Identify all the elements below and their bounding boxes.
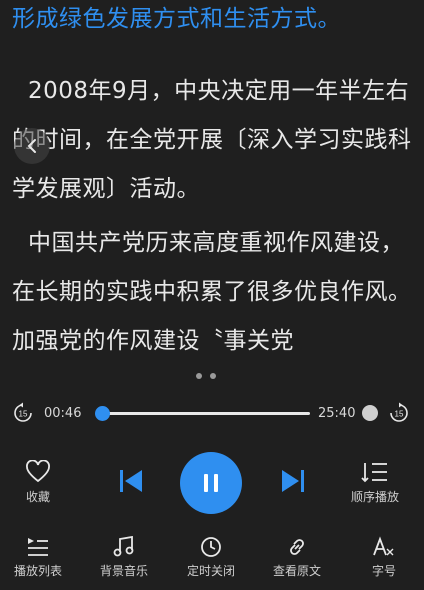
elapsed-time: 00:46 — [44, 406, 82, 421]
pause-button[interactable] — [180, 452, 242, 514]
svg-text:15: 15 — [395, 410, 404, 419]
progress-thumb[interactable] — [95, 406, 111, 421]
playlist-button[interactable]: 播放列表 — [0, 536, 80, 579]
view-original-button[interactable]: 查看原文 — [255, 536, 339, 579]
bottom-nav-label: 字号 — [371, 564, 396, 578]
previous-track-icon[interactable] — [118, 468, 144, 494]
skip-back-15-icon[interactable]: 15 — [12, 402, 34, 424]
progress-bar-row: 15 00:46 25:40 15 — [0, 400, 424, 428]
bottom-nav-label: 查看原文 — [272, 564, 321, 578]
play-order-label: 顺序播放 — [350, 490, 399, 504]
skip-forward-15-icon[interactable]: 15 — [388, 402, 410, 424]
bottom-nav-label: 播放列表 — [13, 564, 62, 578]
favorite-label: 收藏 — [25, 490, 50, 504]
page-dot — [210, 373, 216, 379]
playlist-icon — [28, 538, 48, 556]
info-dot-icon[interactable] — [362, 405, 378, 421]
playback-controls: 收藏 顺序播放 — [0, 446, 424, 518]
article-paragraph: 2008年9月，中央决定用一年半左右的时间，在全党开展〔深入学习实践科学发展观〕… — [12, 78, 412, 202]
progress-track[interactable] — [95, 406, 310, 421]
page-indicator — [196, 373, 216, 379]
next-track-icon[interactable] — [280, 468, 306, 494]
play-order-button[interactable]: 顺序播放 — [344, 460, 406, 505]
background-music-button[interactable]: 背景音乐 — [82, 536, 166, 579]
pause-icon — [204, 474, 218, 492]
svg-text:15: 15 — [19, 410, 28, 419]
sequential-order-icon — [361, 463, 387, 483]
article-text-area: 形成绿色发展方式和生活方式。 2008年9月，中央决定用一年半左右的时间，在全党… — [0, 0, 424, 360]
font-size-icon — [373, 536, 394, 556]
duration-time: 25:40 — [318, 406, 356, 421]
heart-icon — [26, 460, 50, 483]
favorite-button[interactable]: 收藏 — [20, 460, 56, 505]
article-paragraph: 中国共产党历来高度重视作风建设，在长期的实践中积累了很多优良作风。加强党的作风建… — [12, 230, 412, 354]
font-size-button[interactable]: 字号 — [342, 536, 424, 579]
link-icon — [290, 539, 304, 555]
bottom-nav-label: 定时关闭 — [186, 564, 235, 578]
sleep-timer-button[interactable]: 定时关闭 — [169, 536, 253, 579]
page-dot — [196, 373, 202, 379]
bottom-nav-label: 背景音乐 — [99, 564, 148, 578]
article-line-highlight: 形成绿色发展方式和生活方式。 — [12, 6, 341, 32]
music-note-icon — [113, 536, 134, 557]
chevron-left-icon — [27, 139, 36, 153]
clock-icon — [201, 537, 221, 557]
bottom-toolbar: 播放列表 背景音乐 定时关闭 查看原文 字号 — [0, 536, 424, 590]
back-button[interactable] — [14, 128, 50, 164]
